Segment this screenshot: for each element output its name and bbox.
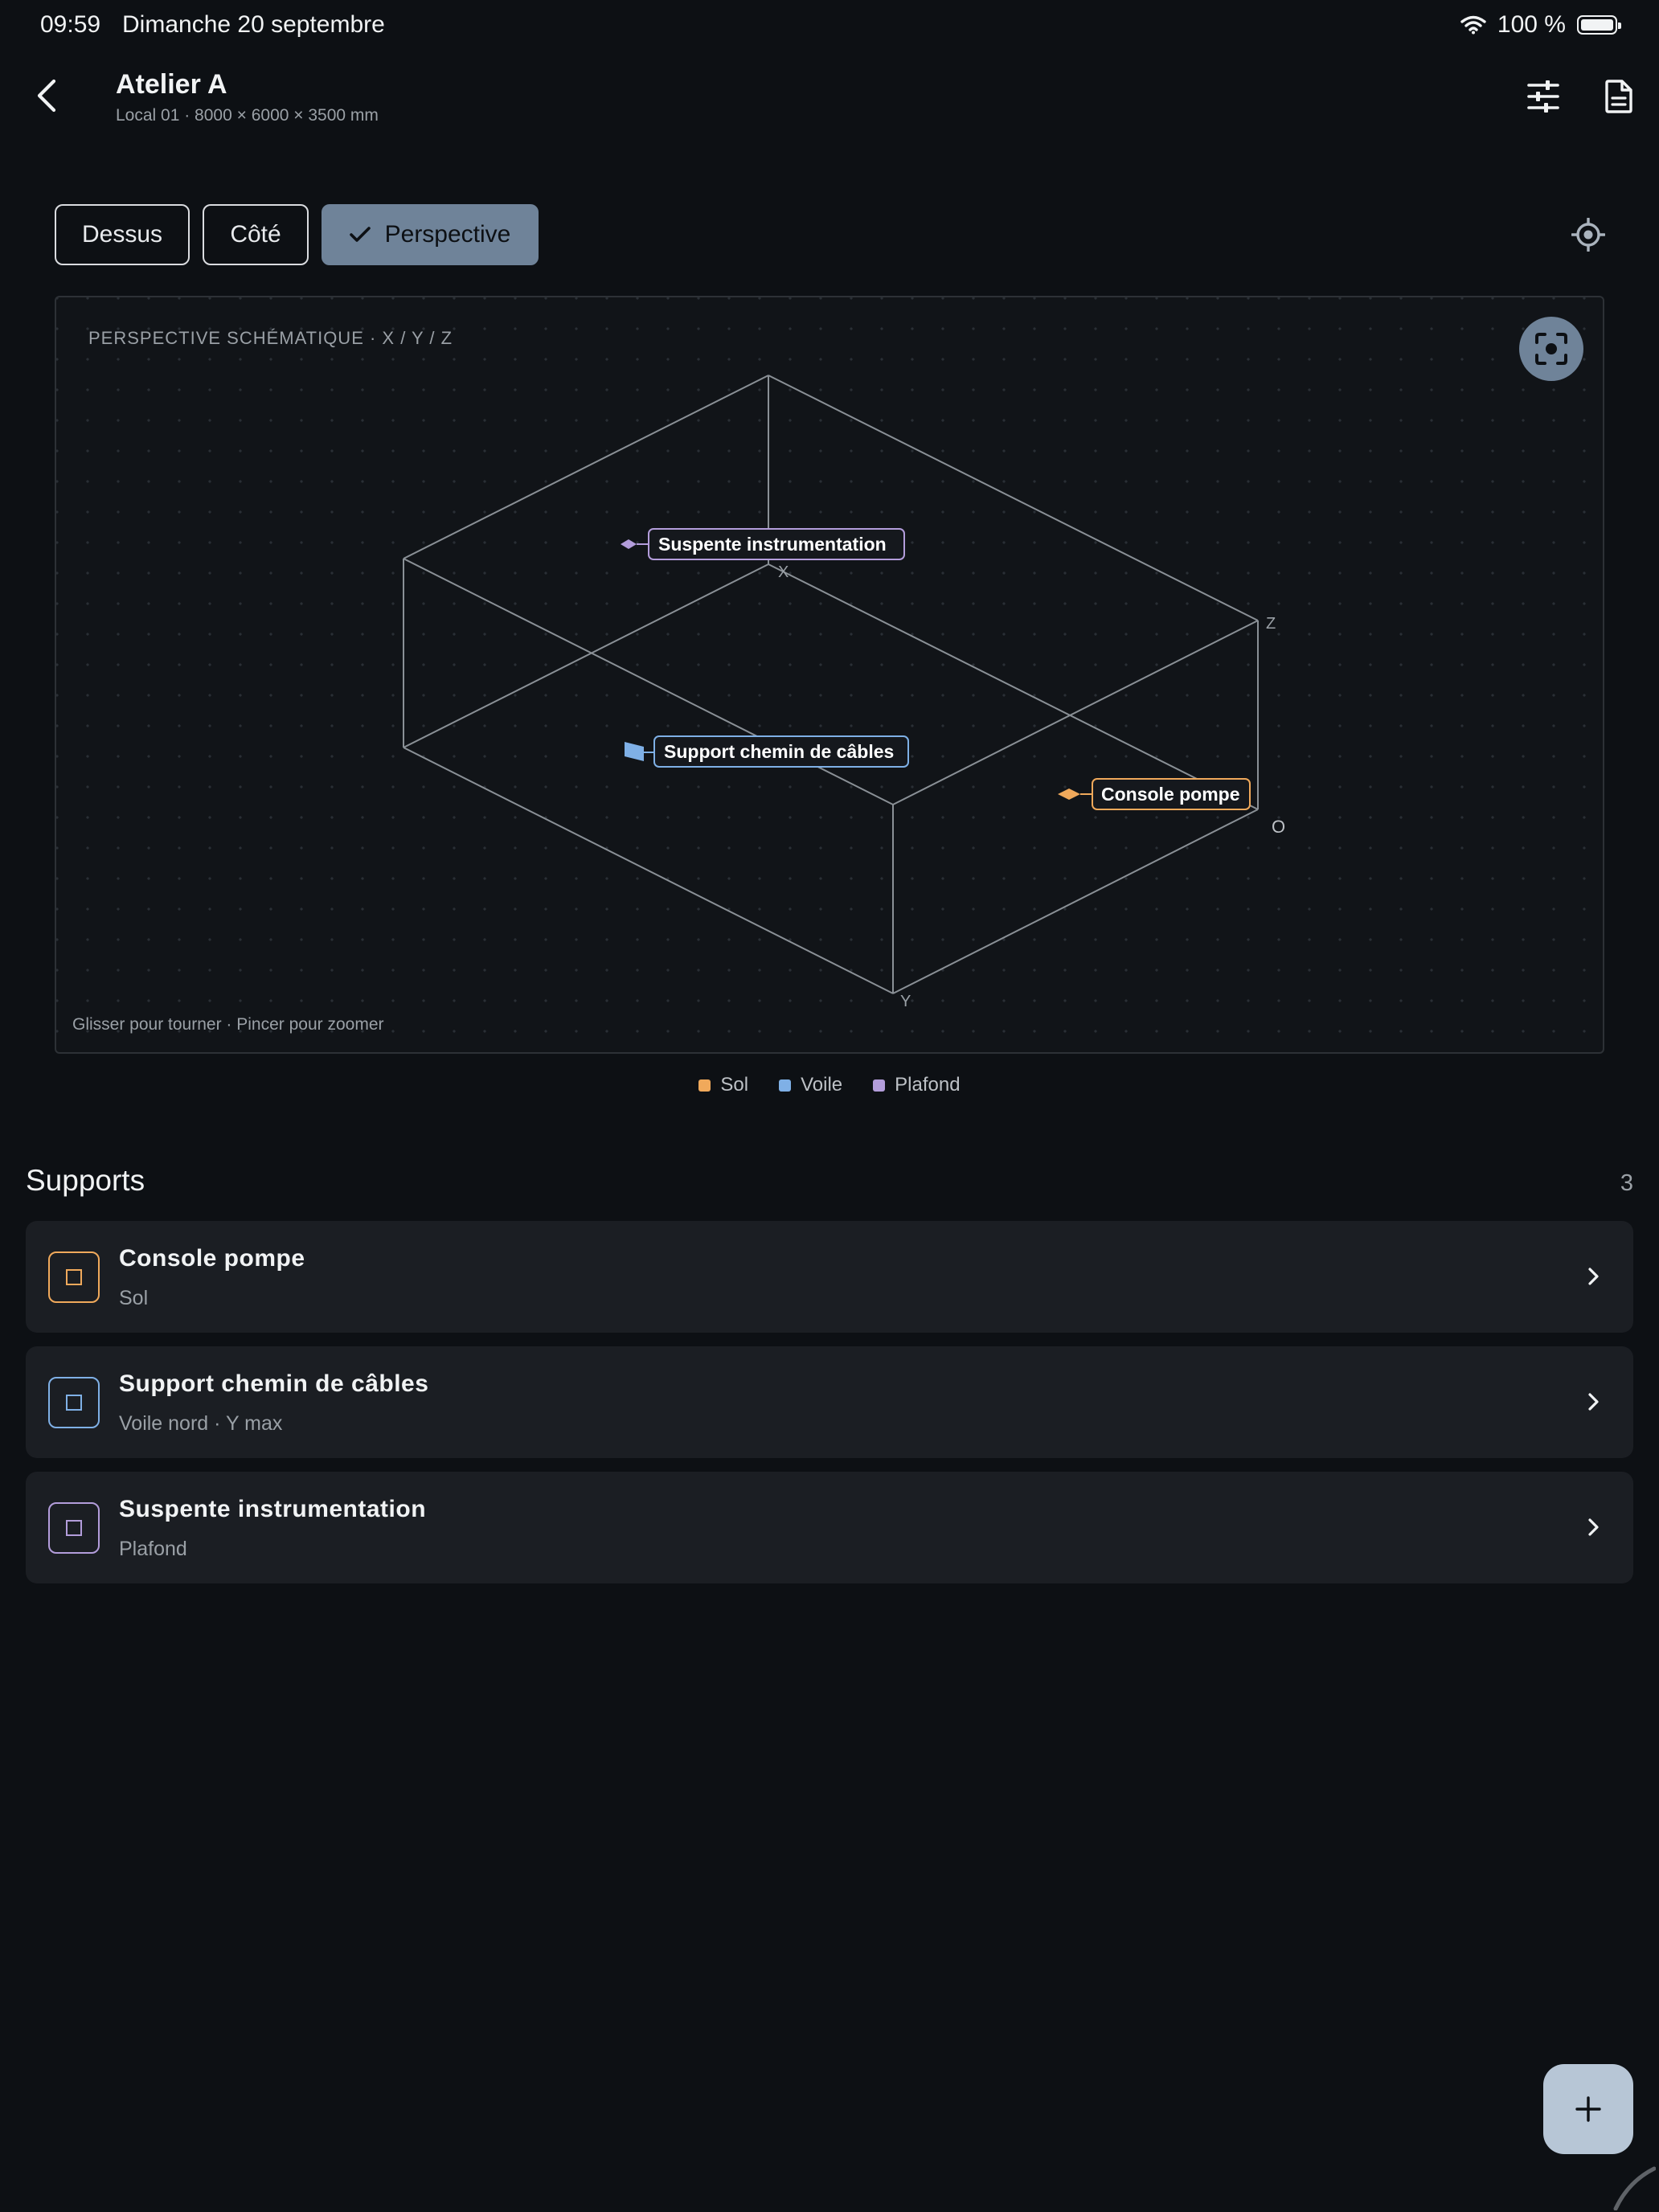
supports-title: Supports [26, 1164, 145, 1197]
check-icon [349, 227, 371, 242]
sliders-icon [1527, 80, 1559, 113]
legend-item-sol: Sol [698, 1074, 748, 1096]
wall-marker-icon [625, 742, 644, 761]
ceiling-marker-icon [621, 539, 637, 549]
status-date: Dimanche 20 septembre [122, 11, 385, 38]
legend-label: Sol [720, 1074, 749, 1096]
report-button[interactable] [1596, 74, 1641, 119]
support-item-suspente-instrumentation[interactable]: Suspente instrumentation Plafond [26, 1472, 1633, 1583]
chevron-right-icon [1580, 1388, 1608, 1415]
floor-support-icon [48, 1251, 100, 1303]
box-edge [892, 809, 1259, 994]
document-icon [1605, 80, 1632, 113]
legend-swatch [779, 1079, 792, 1092]
perspective-viewer[interactable]: PERSPECTIVE SCHÉMATIQUE · X / Y / Z X Z … [55, 296, 1604, 1054]
status-indicators: 100 % [1460, 11, 1621, 39]
support-item-console-pompe[interactable]: Console pompe Sol [26, 1221, 1633, 1333]
ceiling-support-icon [48, 1502, 100, 1554]
tab-perspective[interactable]: Perspective [322, 204, 539, 265]
tab-dessus[interactable]: Dessus [55, 204, 190, 265]
supports-count: 3 [1620, 1170, 1633, 1196]
scroll-corner-indicator [1613, 2166, 1656, 2210]
support-location: Voile nord · Y max [119, 1412, 283, 1435]
legend: Sol Voile Plafond [0, 1074, 1659, 1096]
add-support-button[interactable] [1543, 2064, 1633, 2154]
chevron-right-icon [1580, 1263, 1608, 1290]
floor-marker-icon [1058, 789, 1080, 800]
box-edge [892, 620, 1259, 805]
legend-label: Voile [801, 1074, 843, 1096]
support-location: Plafond [119, 1538, 187, 1560]
tab-label: Perspective [384, 221, 511, 248]
legend-item-voile: Voile [779, 1074, 842, 1096]
tag-label: Support chemin de câbles [664, 741, 894, 762]
box-edge [403, 747, 894, 994]
box-edge [403, 558, 894, 805]
legend-item-plafond: Plafond [873, 1074, 961, 1096]
tab-label: Dessus [81, 221, 163, 248]
chevron-right-icon [1580, 1514, 1608, 1541]
axis-x-label: X [778, 563, 789, 581]
page-title: Atelier A [116, 69, 227, 100]
support-name: Support chemin de câbles [119, 1370, 429, 1397]
page-subtitle: Local 01 · 8000 × 6000 × 3500 mm [116, 106, 379, 125]
locate-button[interactable] [1567, 212, 1609, 257]
origin-label: O [1272, 817, 1285, 837]
box-edge [768, 375, 1259, 621]
battery-icon [1577, 15, 1621, 35]
viewer-hint: Glisser pour tourner · Pincer pour zoome… [72, 1015, 384, 1034]
tag-console-pompe[interactable]: Console pompe [1058, 778, 1251, 810]
perspective-drawing: X Z O Y Suspente instrumentation Support… [403, 375, 1285, 1010]
tag-label: Suspente instrumentation [658, 534, 887, 555]
battery-percent: 100 % [1497, 11, 1566, 38]
support-name: Suspente instrumentation [119, 1496, 427, 1522]
legend-swatch [698, 1079, 711, 1092]
support-location: Sol [119, 1287, 149, 1309]
tag-suspente-instrumentation[interactable]: Suspente instrumentation [621, 528, 905, 560]
box-edge [768, 563, 1259, 810]
status-time: 09:59 [40, 11, 101, 38]
plus-icon [1575, 2096, 1601, 2122]
chevron-left-icon [37, 79, 56, 113]
tab-label: Côté [230, 221, 281, 248]
axis-z-label: Z [1266, 615, 1276, 633]
axis-y-label: Y [900, 993, 911, 1010]
support-name: Console pompe [119, 1245, 305, 1272]
wall-support-icon [48, 1377, 100, 1428]
support-item-support-chemin-de-cables[interactable]: Support chemin de câbles Voile nord · Y … [26, 1346, 1633, 1458]
back-button[interactable] [23, 69, 71, 122]
recenter-button[interactable] [1519, 317, 1583, 381]
wifi-icon [1460, 15, 1486, 35]
legend-swatch [873, 1079, 886, 1092]
tag-label: Console pompe [1101, 784, 1240, 805]
legend-label: Plafond [895, 1074, 961, 1096]
tag-support-chemin-de-cables[interactable]: Support chemin de câbles [625, 735, 909, 768]
box-edge [403, 563, 769, 748]
tab-cote[interactable]: Côté [203, 204, 309, 265]
crosshair-icon [1571, 218, 1605, 252]
focus-frame-icon [1535, 333, 1567, 365]
filters-button[interactable] [1521, 74, 1566, 119]
